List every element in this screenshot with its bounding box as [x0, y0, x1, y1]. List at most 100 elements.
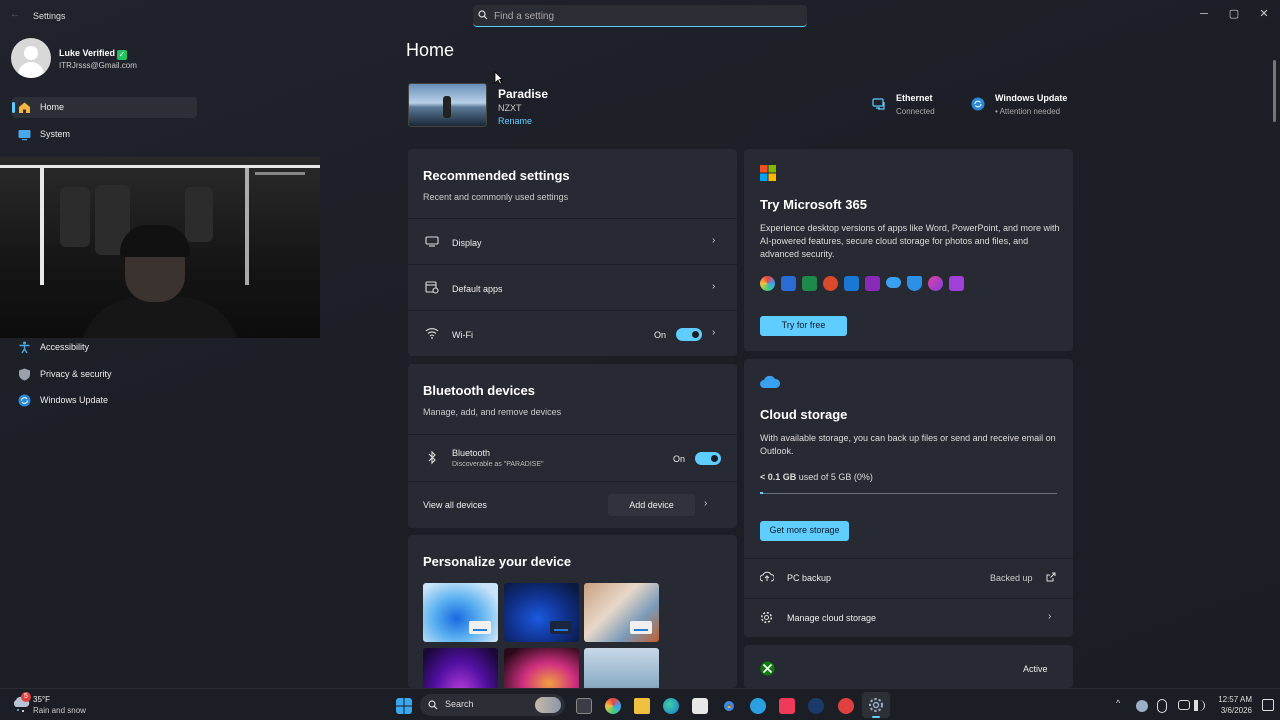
view-all-devices-link[interactable]: View all devices	[423, 500, 487, 510]
telegram-icon[interactable]	[750, 698, 766, 714]
avatar[interactable]	[11, 38, 51, 78]
active-app-indicator	[872, 716, 880, 718]
storage-usage: < 0.1 GB used of 5 GB (0%)	[760, 472, 873, 482]
sidebar-item-system[interactable]: System	[12, 124, 197, 145]
sidebar-item-label: Home	[40, 102, 65, 112]
store-icon[interactable]	[692, 698, 708, 714]
desktop-wallpaper-thumbnail[interactable]	[408, 83, 487, 127]
sidebar-item-label: Windows Update	[40, 395, 109, 405]
theme-thumbnail[interactable]	[504, 583, 579, 642]
settings-search-box[interactable]	[473, 5, 807, 27]
default-apps-row[interactable]: Default apps ›	[408, 265, 737, 310]
bluetooth-toggle[interactable]	[695, 452, 721, 465]
weather-temp: 35°F	[33, 695, 50, 704]
music-icon[interactable]	[779, 698, 795, 714]
show-hidden-icons-button[interactable]: ^	[1116, 698, 1120, 708]
search-icon	[478, 10, 488, 20]
update-title: Windows Update	[995, 93, 1068, 103]
copilot-icon	[760, 276, 775, 291]
back-arrow-icon[interactable]: ←	[10, 9, 20, 20]
sidebar-item-label: Privacy & security	[40, 369, 112, 379]
steam-icon[interactable]	[808, 698, 824, 714]
close-button[interactable]: ✕	[1249, 4, 1279, 24]
windows-update-status[interactable]: Windows Update • Attention needed	[968, 93, 1073, 121]
get-more-storage-button[interactable]: Get more storage	[760, 521, 849, 541]
shield-icon	[19, 368, 30, 381]
system-icon	[18, 130, 31, 141]
clock-date[interactable]: 3/6/2026	[1212, 706, 1252, 715]
start-button-icon[interactable]	[396, 698, 412, 714]
notification-icon[interactable]	[1262, 699, 1274, 711]
microphone-icon[interactable]	[1157, 699, 1167, 713]
task-view-icon[interactable]	[576, 698, 592, 714]
theme-thumbnail[interactable]	[584, 583, 659, 642]
ethernet-status[interactable]: Ethernet Connected	[870, 93, 950, 121]
minimize-button[interactable]: ─	[1189, 4, 1219, 24]
edge-icon[interactable]	[663, 698, 679, 714]
wifi-toggle[interactable]	[676, 328, 702, 341]
update-sub: • Attention needed	[995, 107, 1061, 116]
chevron-right-icon: ›	[1048, 611, 1052, 622]
pc-backup-row[interactable]: PC backup Backed up	[744, 559, 1073, 597]
card-title: Try Microsoft 365	[760, 197, 867, 212]
add-device-button[interactable]: Add device	[608, 494, 695, 516]
user-name-row: Luke Verified ✓	[59, 48, 128, 60]
pc-backup-status: Backed up	[990, 573, 1033, 583]
weather-alert-badge: 5	[21, 692, 31, 702]
network-icon[interactable]	[1178, 700, 1190, 710]
bluetooth-state: On	[673, 454, 686, 464]
bluetooth-row[interactable]: Bluetooth Discoverable as "PARADISE" On	[408, 435, 737, 481]
search-input[interactable]	[494, 7, 794, 25]
weather-desc: Rain and snow	[33, 706, 86, 715]
app-icon[interactable]	[838, 698, 854, 714]
active-indicator	[12, 102, 15, 113]
storage-progress-bar	[760, 492, 1057, 494]
wifi-row[interactable]: Wi-Fi On ›	[408, 311, 737, 356]
storage-used: < 0.1 GB	[760, 472, 797, 482]
onedrive-icon	[760, 375, 780, 388]
accessibility-icon	[19, 341, 30, 354]
weather-widget[interactable]: 5	[11, 692, 31, 714]
mouse-cursor-icon	[494, 71, 503, 85]
clock-time[interactable]: 12:57 AM	[1212, 695, 1252, 704]
sidebar-item-windows-update[interactable]: Windows Update	[12, 390, 197, 411]
sidebar-item-privacy[interactable]: Privacy & security	[12, 364, 197, 385]
chevron-right-icon[interactable]: ›	[704, 498, 707, 509]
outlook-icon	[844, 276, 859, 291]
scrollbar-thumb[interactable]	[1273, 60, 1276, 122]
bluetooth-icon	[428, 450, 436, 465]
powerpoint-icon	[823, 276, 838, 291]
ethernet-title: Ethernet	[896, 93, 933, 103]
row-label: Wi-Fi	[452, 330, 473, 340]
onedrive-tray-icon[interactable]	[1136, 700, 1148, 712]
user-email: ITRJrsss@Gmail.com	[59, 61, 137, 70]
wifi-icon	[425, 328, 439, 339]
sidebar-item-accessibility[interactable]: Accessibility	[12, 337, 197, 358]
chevron-right-icon: ›	[712, 235, 716, 246]
bluetooth-title: Bluetooth	[452, 448, 491, 458]
settings-taskbar-button[interactable]	[862, 692, 890, 718]
file-explorer-icon[interactable]	[634, 698, 650, 714]
cloud-upload-icon	[760, 571, 774, 582]
sidebar-item-home[interactable]: Home	[12, 97, 197, 118]
rename-link[interactable]: Rename	[498, 116, 532, 126]
chrome-icon[interactable]	[721, 698, 737, 714]
bluetooth-devices-card: Bluetooth devices Manage, add, and remov…	[408, 364, 737, 528]
card-body: With available storage, you can back up …	[760, 433, 1056, 456]
update-sub-text: Attention needed	[999, 107, 1061, 116]
device-model: NZXT	[498, 103, 522, 113]
copilot-icon[interactable]	[605, 698, 621, 714]
maximize-button[interactable]: ▢	[1219, 4, 1249, 24]
card-title: Bluetooth devices	[423, 383, 535, 398]
manage-cloud-storage-row[interactable]: Manage cloud storage ›	[744, 599, 1073, 637]
microsoft-365-card: Try Microsoft 365 Experience desktop ver…	[744, 149, 1073, 351]
window-title: Settings	[33, 11, 66, 21]
taskbar-search[interactable]: Search	[420, 694, 565, 716]
try-for-free-button[interactable]: Try for free	[760, 316, 847, 336]
theme-thumbnail[interactable]	[423, 583, 498, 642]
volume-icon[interactable]	[1194, 700, 1205, 711]
wifi-state: On	[654, 330, 667, 340]
display-row[interactable]: Display ›	[408, 219, 737, 264]
personalize-card: Personalize your device	[408, 535, 737, 707]
onenote-icon	[865, 276, 880, 291]
